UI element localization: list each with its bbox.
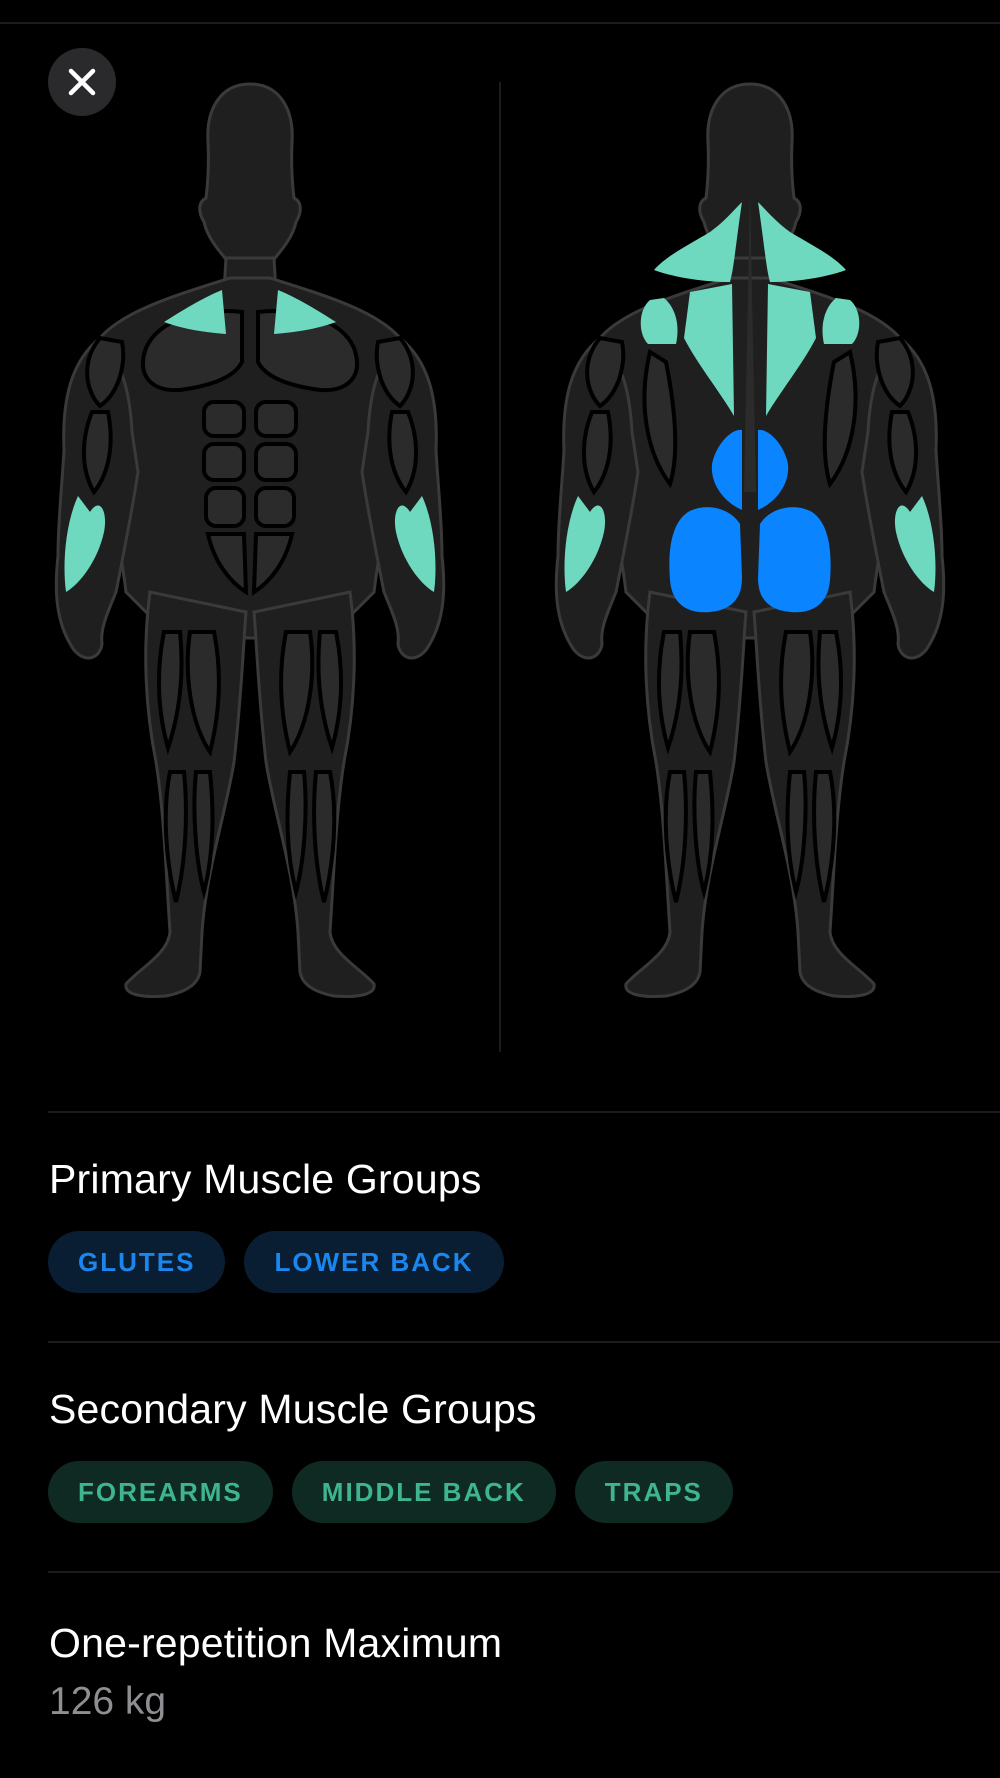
top-divider bbox=[0, 22, 1000, 24]
section-divider bbox=[48, 1111, 1000, 1113]
chip-middle-back[interactable]: MIDDLE BACK bbox=[291, 1461, 556, 1523]
muscle-map bbox=[54, 82, 946, 1052]
one-rep-max-value: 126 kg bbox=[49, 1680, 167, 1723]
section-divider bbox=[48, 1571, 1000, 1573]
chip-glutes[interactable]: GLUTES bbox=[48, 1231, 226, 1293]
primary-section-title: Primary Muscle Groups bbox=[49, 1156, 482, 1202]
chip-traps[interactable]: TRAPS bbox=[574, 1461, 733, 1523]
chip-lower-back[interactable]: LOWER BACK bbox=[244, 1231, 504, 1293]
close-icon bbox=[68, 68, 96, 96]
close-button[interactable] bbox=[48, 48, 116, 116]
secondary-chip-list: FOREARMS MIDDLE BACK TRAPS bbox=[48, 1461, 733, 1523]
section-divider bbox=[48, 1341, 1000, 1343]
secondary-section-title: Secondary Muscle Groups bbox=[49, 1386, 537, 1432]
one-rep-max-title: One-repetition Maximum bbox=[49, 1620, 503, 1666]
chip-forearms[interactable]: FOREARMS bbox=[48, 1461, 273, 1523]
primary-chip-list: GLUTES LOWER BACK bbox=[48, 1231, 504, 1293]
front-body-figure bbox=[54, 82, 446, 998]
back-body-figure bbox=[554, 82, 946, 998]
